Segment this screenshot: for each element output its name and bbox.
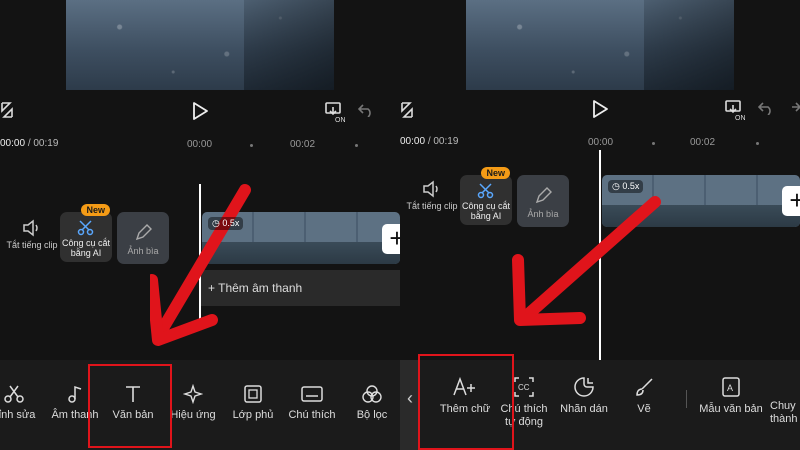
- play-icon[interactable]: [192, 102, 208, 120]
- time-separator: /: [27, 138, 31, 149]
- toolbar-effects[interactable]: Hiệu ứng: [167, 384, 219, 422]
- speed-badge: ◷ 0.5x: [208, 217, 244, 230]
- toolbar-label: Chú thích: [288, 409, 336, 421]
- time-separator: /: [427, 136, 431, 147]
- left-editor-screen: ON 00:00 / 00:19 00:00 00:02 Tắt tiếng c…: [0, 0, 400, 450]
- tick-dot: [652, 142, 655, 145]
- filter-circles-icon: [362, 385, 382, 403]
- toolbar-divider: [686, 390, 687, 408]
- toolbar-stickers[interactable]: Nhãn dán: [556, 376, 612, 416]
- toolbar-edit[interactable]: hỉnh sửa: [0, 384, 40, 422]
- ai-cut-tool-button[interactable]: New Công cụ cắt bằng AI: [60, 204, 112, 262]
- total-time: 00:19: [33, 138, 59, 149]
- scissors-icon: [4, 385, 24, 403]
- speed-badge: ◷ 0.5x: [608, 180, 644, 193]
- ai-scissors-icon: [477, 183, 494, 199]
- timecode: 00:00 / 00:19: [400, 136, 458, 147]
- text-template-icon: A: [722, 377, 740, 397]
- overlay-icon: [244, 385, 262, 403]
- toolbar-label: Nhãn dán: [560, 403, 608, 415]
- current-time: 00:00: [0, 138, 26, 149]
- svg-text:CC: CC: [518, 383, 530, 392]
- mute-clip-button[interactable]: Tắt tiếng clip: [404, 180, 460, 211]
- ai-cut-label: Công cụ cắt bằng AI: [461, 201, 511, 221]
- mute-clip-label: Tắt tiếng clip: [406, 201, 458, 211]
- speaker-icon: [23, 219, 38, 237]
- auto-caption-icon: CC: [514, 377, 534, 397]
- back-chevron-icon[interactable]: ‹: [400, 360, 420, 450]
- highlight-box: [88, 364, 172, 448]
- speaker-icon: [423, 180, 438, 198]
- tick-dot: [756, 142, 759, 145]
- brush-icon: [636, 378, 653, 396]
- toolbar-overlay[interactable]: Lớp phủ: [227, 384, 279, 422]
- right-editor-screen: ON 00:00 / 00:19 00:00 00:02 Tắt tiếng c…: [400, 0, 800, 450]
- mute-clip-label: Tắt tiếng clip: [6, 240, 58, 250]
- redo-icon[interactable]: [788, 101, 800, 115]
- tick-label: 00:00: [187, 139, 213, 150]
- toolbar-draw[interactable]: Vẽ: [618, 376, 670, 416]
- toolbar-label: Hiệu ứng: [170, 409, 216, 421]
- current-time: 00:00: [400, 136, 426, 147]
- highlight-box: [418, 354, 514, 450]
- timecode: 00:00 / 00:19: [0, 138, 58, 149]
- tick-dot: [355, 144, 358, 147]
- fullscreen-icon[interactable]: [400, 101, 414, 119]
- speed-value: 0.5x: [222, 218, 240, 228]
- toolbar-captions[interactable]: Chú thích: [284, 384, 340, 422]
- add-clip-button[interactable]: +: [782, 186, 800, 216]
- undo-icon[interactable]: [758, 101, 774, 115]
- fullscreen-icon[interactable]: [0, 101, 14, 119]
- toolbar-filters[interactable]: Bộ lọc: [346, 384, 398, 422]
- red-arrow-annotation: [512, 196, 661, 326]
- toolbar-label: hỉnh sửa: [0, 409, 36, 421]
- ai-cut-label: Công cụ cắt bằng AI: [61, 238, 111, 258]
- new-badge: New: [481, 167, 510, 179]
- tick-label: 00:02: [290, 139, 316, 150]
- svg-text:A: A: [727, 383, 733, 393]
- toolbar-label: Chuy thành: [770, 400, 798, 425]
- toolbar-label: Vẽ: [637, 403, 651, 415]
- caption-icon: [301, 386, 323, 402]
- video-preview[interactable]: [466, 0, 734, 90]
- sparkle-star-icon: [183, 384, 203, 404]
- keyframe-toggle-icon[interactable]: ON: [724, 99, 748, 121]
- toolbar-convert[interactable]: Chuy thành: [770, 400, 800, 426]
- total-time: 00:19: [433, 136, 459, 147]
- red-arrow-annotation: [150, 184, 251, 346]
- toolbar-label: Mẫu văn bản: [699, 403, 763, 415]
- svg-text:ON: ON: [735, 115, 746, 121]
- tick-dot: [250, 144, 253, 147]
- mute-clip-button[interactable]: Tắt tiếng clip: [4, 219, 60, 250]
- ai-cut-tool-button[interactable]: New Công cụ cắt bằng AI: [460, 167, 512, 225]
- play-icon[interactable]: [592, 100, 608, 118]
- tick-label: 00:00: [588, 137, 614, 148]
- speed-value: 0.5x: [622, 181, 640, 191]
- sticker-icon: [574, 377, 594, 397]
- video-preview[interactable]: [66, 0, 334, 90]
- ai-scissors-icon: [77, 220, 94, 236]
- new-badge: New: [81, 204, 110, 216]
- music-note-icon: [68, 385, 82, 403]
- svg-text:ON: ON: [335, 117, 346, 123]
- keyframe-toggle-icon[interactable]: ON: [324, 101, 348, 123]
- undo-icon[interactable]: [358, 103, 374, 117]
- tick-label: 00:02: [690, 137, 716, 148]
- toolbar-text-templates[interactable]: A Mẫu văn bản: [696, 376, 766, 416]
- toolbar-label: Lớp phủ: [232, 409, 274, 421]
- add-clip-button[interactable]: +: [382, 224, 400, 254]
- toolbar-label: Bộ lọc: [356, 409, 388, 421]
